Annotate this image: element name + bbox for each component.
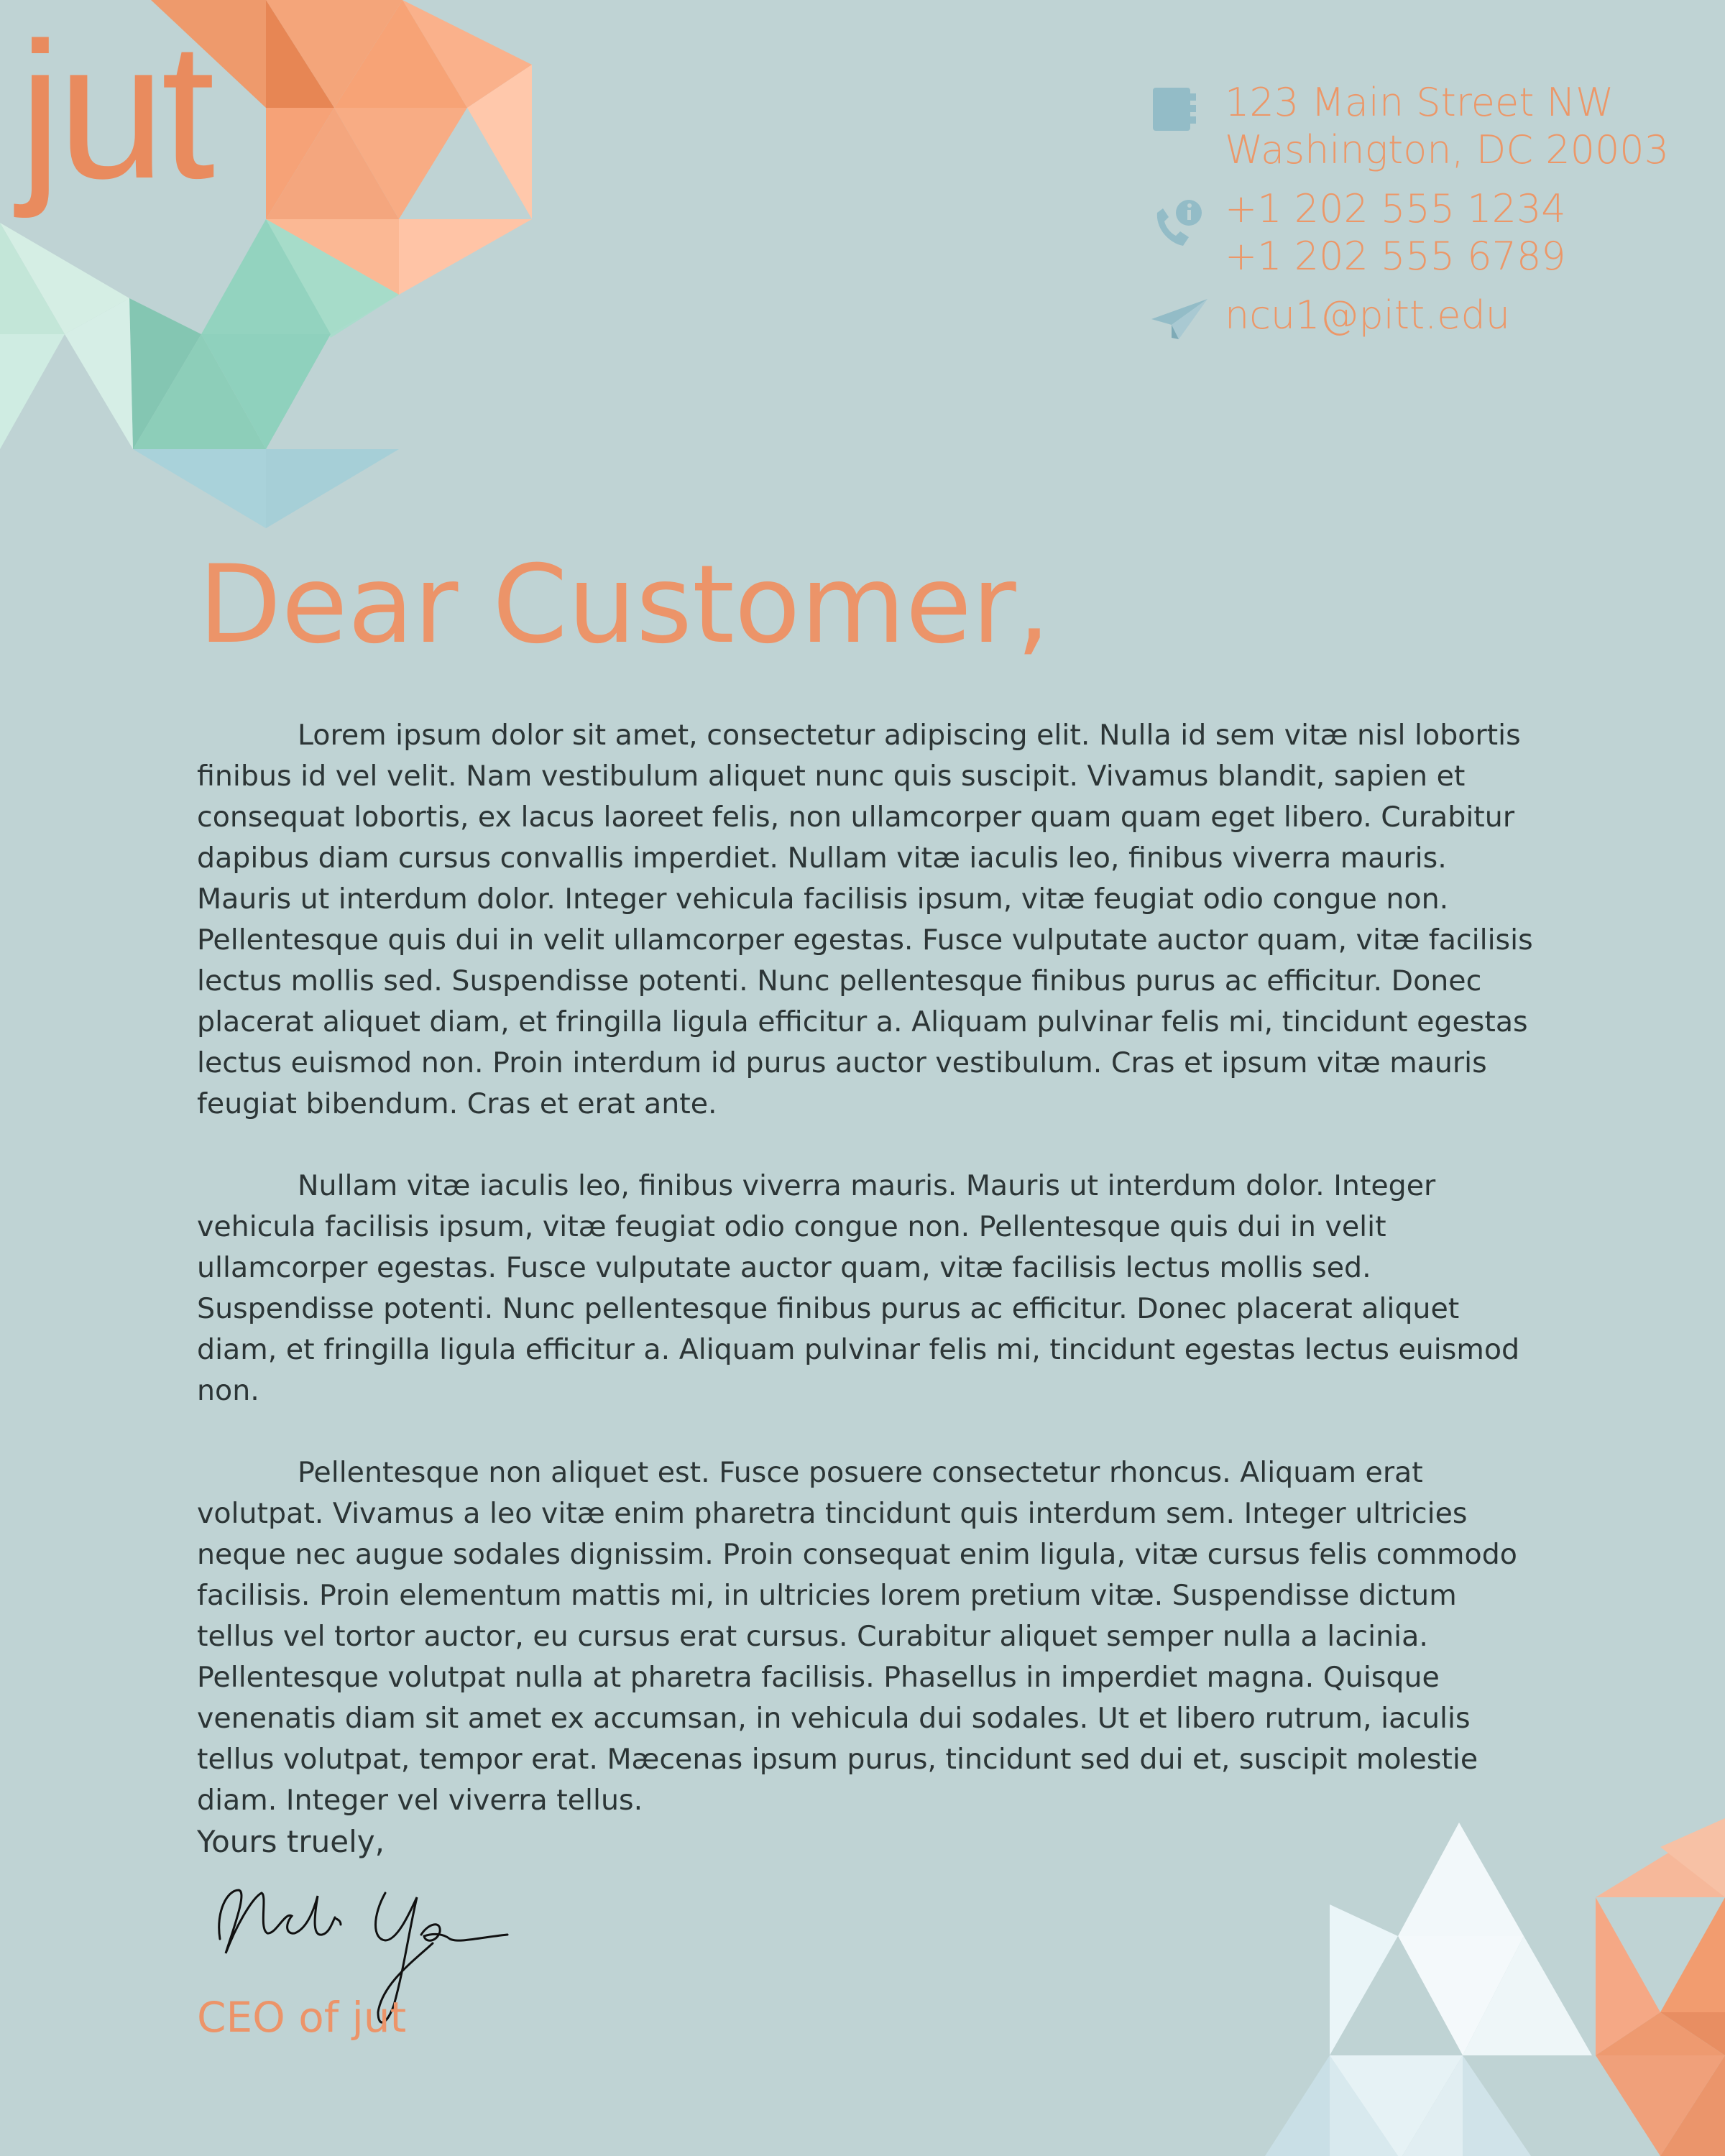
letter-greeting: Dear Customer, (198, 543, 1051, 668)
signer-role: CEO of jut (197, 1993, 407, 2042)
body-paragraph-1: Lorem ipsum dolor sit amet, consectetur … (197, 719, 1533, 1120)
body-paragraph-3: Pellentesque non aliquet est. Fusce posu… (197, 1456, 1517, 1817)
letterhead-page: jut 123 Main Street NW Washington, DC 20… (0, 0, 1725, 2156)
email-row: ncu1@pitt.edu (1150, 292, 1696, 339)
letter-closing: Yours truely, (197, 1824, 385, 1859)
address-book-icon (1150, 83, 1199, 138)
brand-logo: jut (19, 3, 215, 219)
phone-2: +1 202 555 6789 (1225, 234, 1566, 279)
phone-row: +1 202 555 1234 +1 202 555 6789 (1150, 185, 1696, 280)
email-link[interactable]: ncu1@pitt.edu (1225, 292, 1696, 339)
address-line-1: 123 Main Street NW (1225, 80, 1614, 125)
bottom-right-polygon-decoration (1265, 1818, 1725, 2156)
contact-block: 123 Main Street NW Washington, DC 20003 … (1150, 79, 1696, 351)
letter-body: Lorem ipsum dolor sit amet, consectetur … (197, 715, 1535, 1862)
body-paragraph-2: Nullam vitæ iaculis leo, finibus viverra… (197, 1169, 1520, 1407)
phone-info-icon (1150, 197, 1208, 257)
address-line-2: Washington, DC 20003 (1225, 127, 1670, 172)
address-row: 123 Main Street NW Washington, DC 20003 (1150, 79, 1696, 174)
paper-plane-icon (1150, 298, 1209, 344)
phone-1: +1 202 555 1234 (1225, 186, 1566, 231)
